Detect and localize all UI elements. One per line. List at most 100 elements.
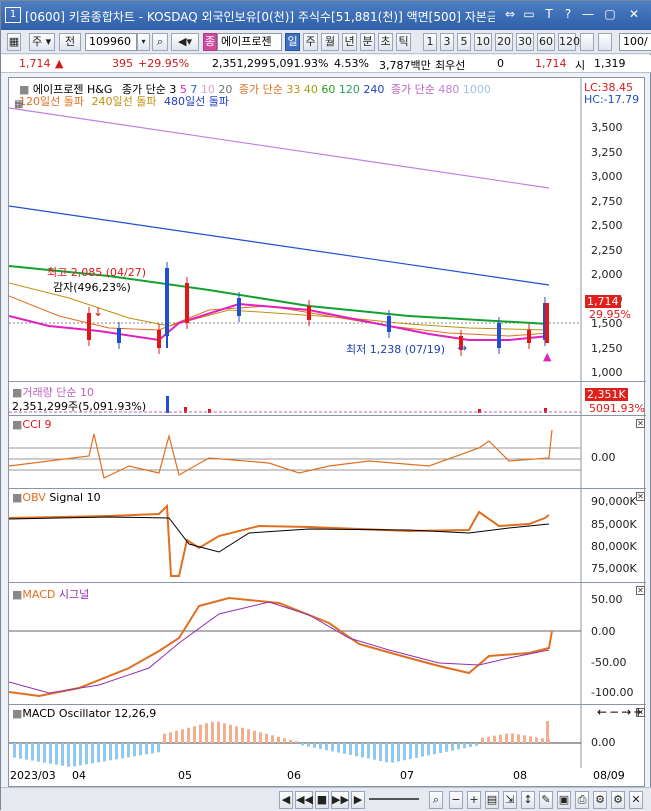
- candle-body: [237, 298, 241, 316]
- oscillator-bar: [421, 743, 424, 757]
- oscillator-bar: [181, 729, 184, 743]
- pane-divider[interactable]: [9, 704, 646, 705]
- oscillator-bar: [139, 743, 142, 756]
- setting-toggle[interactable]: [580, 33, 594, 51]
- x-label: 08/09: [593, 769, 625, 782]
- code-dropdown-icon[interactable]: ▾: [137, 33, 150, 51]
- maximize-button[interactable]: ▢: [603, 7, 617, 22]
- oscillator-bar: [259, 732, 262, 743]
- settings-icon[interactable]: ⚙: [593, 791, 607, 809]
- period-minute[interactable]: 분: [360, 33, 375, 51]
- minimize-button[interactable]: —: [581, 7, 595, 22]
- save-icon[interactable]: ▣: [557, 791, 571, 809]
- close-pane-icon[interactable]: ✕: [636, 586, 645, 595]
- period-second[interactable]: 초: [378, 33, 393, 51]
- scroll-start-button[interactable]: ◀: [279, 791, 293, 809]
- oscillator-bar: [175, 730, 178, 743]
- x-axis: 2023/03 04 05 06 07 08 08/09: [8, 767, 645, 786]
- bid-price: 1,319: [594, 57, 626, 70]
- candle-body: [87, 313, 91, 340]
- setting-toggle-2[interactable]: [598, 33, 612, 51]
- range-icon[interactable]: ⇲: [503, 791, 517, 809]
- close-pane-icon[interactable]: ✕: [636, 492, 645, 501]
- zoom-out-button[interactable]: −: [449, 791, 463, 809]
- up-arrow-icon: ▲: [55, 57, 64, 70]
- oscillator-bar: [367, 743, 370, 759]
- legend-break-480: 480일선 돌파: [163, 95, 229, 108]
- interval-120[interactable]: 120: [558, 33, 580, 51]
- grid-icon[interactable]: ▦: [7, 33, 21, 51]
- code-input[interactable]: 109960: [85, 33, 137, 51]
- pane-divider[interactable]: [9, 415, 646, 416]
- interval-10[interactable]: 10: [474, 33, 492, 51]
- period-month[interactable]: 월: [321, 33, 339, 51]
- draw-icon[interactable]: ✎: [539, 791, 553, 809]
- market-select[interactable]: 주 ▾: [29, 33, 55, 51]
- table-icon[interactable]: ▦: [14, 99, 23, 110]
- search-icon[interactable]: ⌕: [429, 791, 443, 809]
- oscillator-bar: [301, 743, 304, 746]
- chart-type-icon[interactable]: ▤: [485, 791, 499, 809]
- legend-ma3-label: 종가 단순: [390, 83, 435, 96]
- price-axis-label: 3,000: [591, 170, 623, 183]
- cci-axis-zero: 0.00: [591, 451, 616, 464]
- oscillator-bar: [337, 743, 340, 753]
- oscillator-bar: [37, 743, 40, 762]
- macd-title: ■MACD 시그널: [12, 588, 90, 601]
- toolbar: ▦ 주 ▾ 전 109960 ▾ ⌕ ◀▾ 종 에이프로젠 일 주 월 년 분 …: [1, 30, 651, 54]
- interval-1[interactable]: 1: [423, 33, 437, 51]
- close-button[interactable]: ✕: [627, 7, 641, 22]
- pane-divider[interactable]: [9, 488, 646, 489]
- print-icon[interactable]: ⎙: [575, 791, 589, 809]
- period-week[interactable]: 주: [303, 33, 318, 51]
- sound-icon[interactable]: ◀▾: [171, 33, 199, 51]
- interval-60[interactable]: 60: [537, 33, 555, 51]
- volume-box-pct: 5091.93%: [589, 402, 645, 415]
- scroll-end-button[interactable]: ▶: [351, 791, 365, 809]
- search-icon[interactable]: ⌕: [152, 33, 168, 51]
- text-icon[interactable]: T: [542, 7, 556, 22]
- period-day[interactable]: 일: [285, 33, 300, 51]
- interval-30[interactable]: 30: [516, 33, 534, 51]
- current-price-box: 1,714: [585, 295, 621, 308]
- obv-axis-75000: 75,000K: [591, 562, 637, 575]
- period-tick[interactable]: 틱: [396, 33, 411, 51]
- type-select[interactable]: 전: [59, 33, 81, 51]
- oscillator-bar: [73, 743, 76, 767]
- macd-line: [9, 596, 553, 698]
- zoom-controls-icon[interactable]: ←−→+: [597, 705, 645, 719]
- last-price: 1,714: [19, 57, 51, 70]
- pane-divider[interactable]: [9, 381, 646, 382]
- chart-area[interactable]: ↓ → ▲ ■ 에이프로젠 H&G 종가 단순 3 5 7 10 20 종가 단순 …: [8, 77, 646, 787]
- stock-name: 에이프로젠: [217, 33, 282, 51]
- interval-3[interactable]: 3: [440, 33, 454, 51]
- oscillator-bar: [199, 724, 202, 743]
- osc-axis-zero: 0.00: [591, 736, 616, 749]
- oscillator-bar: [403, 743, 406, 761]
- zoom-in-button[interactable]: +: [467, 791, 481, 809]
- stop-button[interactable]: ■: [315, 791, 329, 809]
- close-pane-icon[interactable]: ✕: [636, 419, 645, 428]
- scroll-forward-button[interactable]: ▶▶: [331, 791, 349, 809]
- zoom-slider[interactable]: [369, 798, 419, 800]
- obv-axis-80000: 80,000K: [591, 540, 637, 553]
- oscillator-bar: [229, 724, 232, 743]
- interval-20[interactable]: 20: [495, 33, 513, 51]
- scroll-back-button[interactable]: ◀◀: [295, 791, 313, 809]
- reduce-annotation: 감자(496,23%): [53, 281, 131, 294]
- vertical-icon[interactable]: ↕: [521, 791, 535, 809]
- oscillator-bar: [205, 723, 208, 743]
- interval-5[interactable]: 5: [457, 33, 471, 51]
- layout-icon[interactable]: ▭: [522, 7, 536, 22]
- count-input[interactable]: 100/: [619, 33, 651, 51]
- pane-divider[interactable]: [9, 582, 646, 583]
- oscillator-bar: [469, 743, 472, 747]
- close-icon[interactable]: ✕: [629, 791, 643, 809]
- link-icon[interactable]: ⇔: [503, 7, 517, 22]
- oscillator-bar: [313, 743, 316, 748]
- config-icon[interactable]: ⚙: [611, 791, 625, 809]
- oscillator-bar: [385, 743, 388, 763]
- help-icon[interactable]: ?: [561, 7, 575, 22]
- period-year[interactable]: 년: [342, 33, 357, 51]
- price-axis-label: 2,500: [591, 219, 623, 232]
